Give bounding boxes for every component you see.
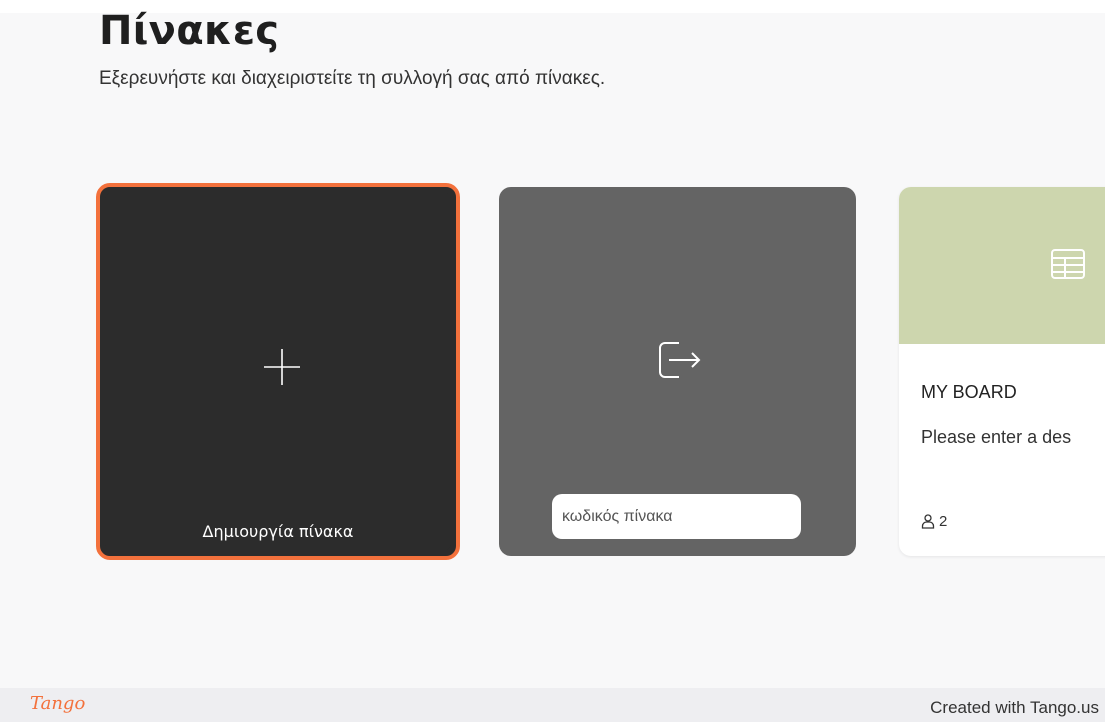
board-name: MY BOARD [921, 382, 1017, 402]
page-subtitle: Εξερευνήστε και διαχειριστείτε τη συλλογ… [99, 68, 606, 89]
enter-board-icon [659, 342, 701, 378]
board-description: Please enter a des [921, 427, 1072, 447]
tango-logo: Tango [30, 693, 86, 714]
board-code-input[interactable] [552, 494, 801, 539]
member-count: 2 [939, 513, 948, 530]
table-icon [1051, 249, 1085, 279]
user-icon [921, 514, 935, 529]
plus-icon [264, 349, 300, 385]
footer: Tango Created with Tango.us [0, 688, 1105, 722]
page-title: Πίνακες [99, 8, 280, 54]
create-board-card-inner[interactable]: Δημιουργία πίνακα [105, 192, 451, 551]
create-board-card[interactable]: Δημιουργία πίνακα [96, 183, 460, 560]
board-members: 2 [921, 513, 947, 530]
join-board-card[interactable] [499, 187, 856, 556]
board-card[interactable]: MY BOARD Please enter a des 2 [899, 187, 1105, 556]
footer-credit: Created with Tango.us [930, 698, 1099, 717]
board-banner [899, 187, 1105, 344]
create-board-label: Δημιουργία πίνακα [202, 522, 354, 541]
